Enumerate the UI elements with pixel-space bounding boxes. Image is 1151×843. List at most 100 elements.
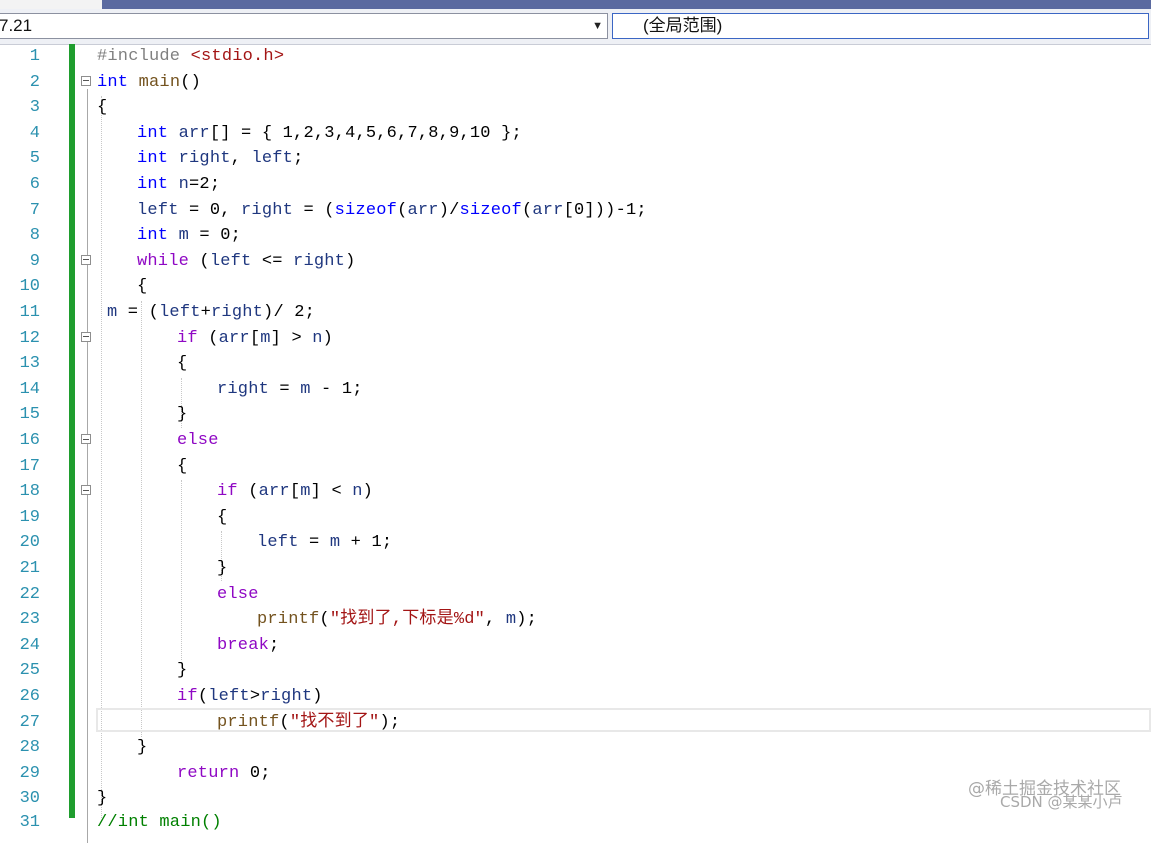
code-line: 14 right = m - 1; <box>0 377 1151 403</box>
code-line: 6 int n=2; <box>0 172 1151 198</box>
code-line: 9 while (left <= right) <box>0 249 1151 275</box>
collapse-icon[interactable] <box>81 485 91 496</box>
project-scope-dropdown[interactable]: 7.21 ▼ <box>0 13 608 39</box>
code-text: if (arr[m] < n) <box>217 482 374 502</box>
code-text: { <box>137 277 148 297</box>
line-number: 17 <box>19 456 40 476</box>
global-scope-dropdown[interactable]: (全局范围) <box>612 13 1149 39</box>
line-number: 1 <box>29 47 40 66</box>
code-text: //int main() <box>97 813 222 832</box>
code-text: } <box>97 789 108 809</box>
code-line: 25 } <box>0 658 1151 684</box>
code-text: m = (left+right)/ 2; <box>107 303 316 322</box>
code-line: 13 { <box>0 351 1151 377</box>
code-text: else <box>177 431 219 450</box>
code-line: 28 } <box>0 735 1151 761</box>
code-line: 27 printf("找不到了"); <box>0 710 1151 736</box>
line-number: 28 <box>19 738 40 758</box>
line-number: 5 <box>29 149 40 169</box>
line-number: 22 <box>19 584 40 604</box>
line-number: 18 <box>19 482 40 502</box>
code-line: 2 int main() <box>0 70 1151 96</box>
code-text: int arr[] = { 1,2,3,4,5,6,7,8,9,10 }; <box>137 123 522 143</box>
code-line: 16 else <box>0 428 1151 454</box>
line-number: 25 <box>19 661 40 681</box>
line-number: 16 <box>19 431 40 450</box>
line-number: 11 <box>19 303 40 322</box>
collapse-icon[interactable] <box>81 331 91 342</box>
code-text: int n=2; <box>137 175 221 194</box>
line-number: 12 <box>19 328 40 348</box>
line-number: 19 <box>19 507 40 527</box>
code-text: while (left <= right) <box>137 251 356 271</box>
line-number: 29 <box>19 763 40 783</box>
code-line: 12 if (arr[m] > n) <box>0 326 1151 352</box>
code-line: 24 break; <box>0 633 1151 659</box>
code-line: 1 #include <stdio.h> <box>0 44 1151 70</box>
line-number: 6 <box>29 175 40 194</box>
code-text: printf("找到了,下标是%d", m); <box>257 610 538 630</box>
line-number: 24 <box>19 635 40 655</box>
code-line: 21 } <box>0 556 1151 582</box>
code-text: if (arr[m] > n) <box>177 328 334 348</box>
project-scope-value: 7.21 <box>0 16 33 35</box>
watermark-csdn: CSDN @某某小卢 <box>1000 793 1123 811</box>
code-line: 8 int m = 0; <box>0 223 1151 249</box>
code-line: 15 } <box>0 402 1151 428</box>
code-text: { <box>177 456 188 476</box>
code-line: 11 m = (left+right)/ 2; <box>0 300 1151 326</box>
line-number: 21 <box>19 559 40 578</box>
collapse-icon[interactable] <box>81 254 91 265</box>
collapse-icon[interactable] <box>81 75 91 86</box>
code-text: int m = 0; <box>137 226 242 246</box>
code-text: else <box>217 584 259 604</box>
line-number: 23 <box>19 610 40 630</box>
document-tab-strip <box>0 0 1151 9</box>
code-line: 18 if (arr[m] < n) <box>0 479 1151 505</box>
code-text: { <box>177 354 188 374</box>
code-text: if(left>right) <box>177 687 323 706</box>
code-text: break; <box>217 635 280 655</box>
code-line: 17 { <box>0 454 1151 480</box>
navigation-bar: 7.21 ▼ (全局范围) <box>0 9 1151 45</box>
code-text: { <box>217 507 228 527</box>
line-number: 26 <box>19 687 40 706</box>
active-document-tab[interactable] <box>0 0 102 9</box>
dropdown-arrow-icon[interactable]: ▼ <box>592 14 603 38</box>
code-text: } <box>217 559 228 578</box>
line-number: 14 <box>19 379 40 399</box>
code-line: 31 //int main() <box>0 810 1151 836</box>
line-number: 10 <box>19 277 40 297</box>
line-number: 7 <box>29 200 40 220</box>
code-text: } <box>177 405 188 425</box>
global-scope-value: (全局范围) <box>643 16 723 35</box>
collapse-icon[interactable] <box>81 434 91 444</box>
line-number: 8 <box>29 226 40 246</box>
code-line: 22 else <box>0 582 1151 608</box>
code-line: 23 printf("找到了,下标是%d", m); <box>0 607 1151 633</box>
code-text: right = m - 1; <box>217 379 363 399</box>
code-text: } <box>137 738 148 758</box>
code-text: left = m + 1; <box>257 533 393 553</box>
code-line: 5 int right, left; <box>0 146 1151 172</box>
code-text: int main() <box>97 72 202 92</box>
line-number: 2 <box>29 72 40 92</box>
code-text: return 0; <box>177 763 271 783</box>
line-number: 20 <box>19 533 40 553</box>
code-editor[interactable]: 1 #include <stdio.h> 2 int main() 3 { 4 … <box>0 44 1151 843</box>
code-line: 3 { <box>0 95 1151 121</box>
line-number: 30 <box>19 789 40 809</box>
code-line: 20 left = m + 1; <box>0 530 1151 556</box>
code-text: printf("找不到了"); <box>217 712 401 732</box>
code-line: 10 { <box>0 274 1151 300</box>
code-line: 7 left = 0, right = (sizeof(arr)/sizeof(… <box>0 198 1151 224</box>
code-text: #include <stdio.h> <box>97 47 285 66</box>
code-text: int right, left; <box>137 149 304 169</box>
line-number: 9 <box>29 251 40 271</box>
line-number: 27 <box>19 712 40 732</box>
code-text: { <box>97 98 108 118</box>
code-text: } <box>177 661 188 681</box>
code-line: 4 int arr[] = { 1,2,3,4,5,6,7,8,9,10 }; <box>0 121 1151 147</box>
code-line: 19 { <box>0 505 1151 531</box>
line-number: 4 <box>29 123 40 143</box>
